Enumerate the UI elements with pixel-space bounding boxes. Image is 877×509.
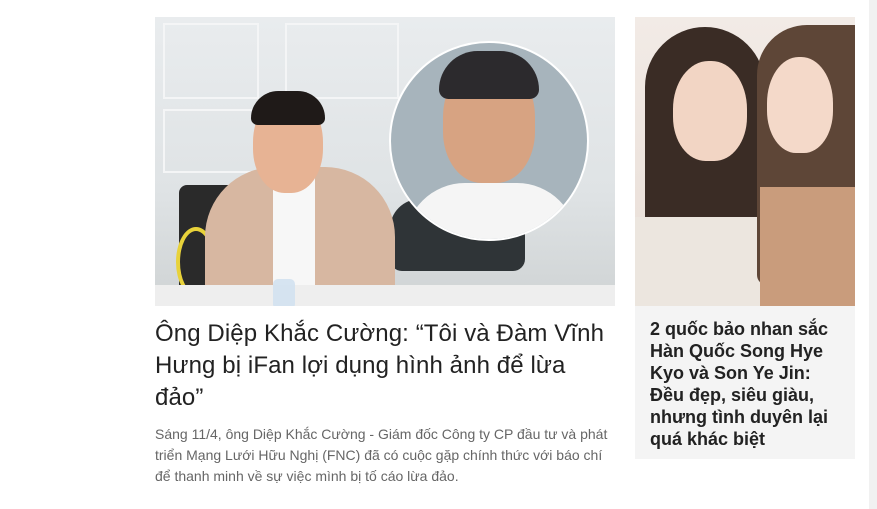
woman-right-face-shape bbox=[767, 57, 833, 153]
main-article-summary: Sáng 11/4, ông Diệp Khắc Cường - Giám đố… bbox=[155, 426, 608, 484]
side-article-card[interactable]: 2 quốc bảo nhan sắc Hàn Quốc Song Hye Ky… bbox=[635, 17, 855, 459]
main-article-image[interactable] bbox=[155, 17, 615, 306]
person-hair-shape bbox=[251, 91, 325, 125]
woman-right-body-shape bbox=[760, 187, 855, 306]
woman-left-body-shape bbox=[635, 217, 765, 306]
inset-portrait bbox=[389, 41, 589, 241]
wall-panel bbox=[163, 109, 259, 173]
inset-shirt-shape bbox=[405, 183, 577, 239]
wall-panel bbox=[285, 23, 399, 99]
main-article-card[interactable]: Ông Diệp Khắc Cường: “Tôi và Đàm Vĩnh Hư… bbox=[155, 17, 615, 487]
table-shape bbox=[155, 285, 615, 306]
woman-left-face-shape bbox=[673, 61, 747, 161]
inset-hair-shape bbox=[439, 51, 539, 99]
main-article-title[interactable]: Ông Diệp Khắc Cường: “Tôi và Đàm Vĩnh Hư… bbox=[155, 318, 615, 414]
side-article-image[interactable] bbox=[635, 17, 855, 306]
water-bottle-shape bbox=[273, 279, 295, 306]
page-scrollbar[interactable] bbox=[869, 0, 877, 509]
wall-panel bbox=[163, 23, 259, 99]
side-article-title[interactable]: 2 quốc bảo nhan sắc Hàn Quốc Song Hye Ky… bbox=[635, 306, 855, 450]
